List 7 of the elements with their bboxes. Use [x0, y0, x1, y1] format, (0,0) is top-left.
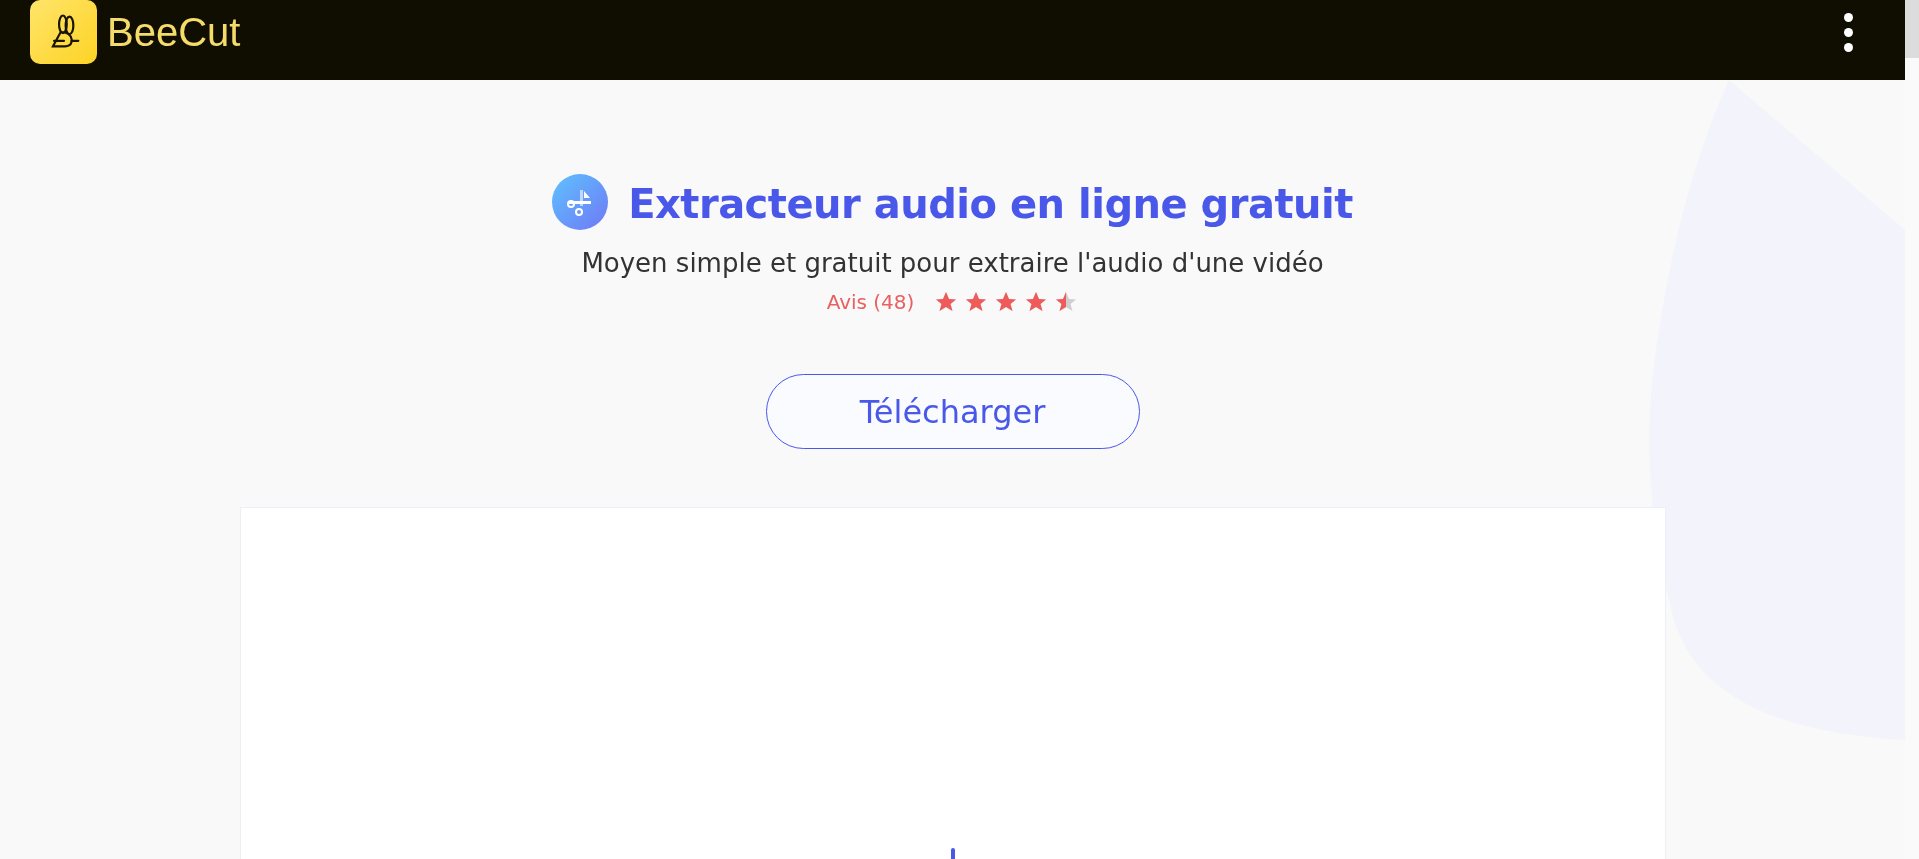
reviews-link[interactable]: Avis (48) [826, 290, 915, 314]
scrollbar-thumb[interactable] [1905, 0, 1919, 58]
bee-logo-icon[interactable] [30, 0, 97, 64]
subtitle: Moyen simple et gratuit pour extraire l'audio d'une vidéo [581, 248, 1324, 278]
page-title: Extracteur audio en ligne gratuit [628, 181, 1353, 227]
brand-name[interactable]: BeeCut [107, 9, 241, 55]
download-button[interactable]: Télécharger [765, 374, 1140, 449]
